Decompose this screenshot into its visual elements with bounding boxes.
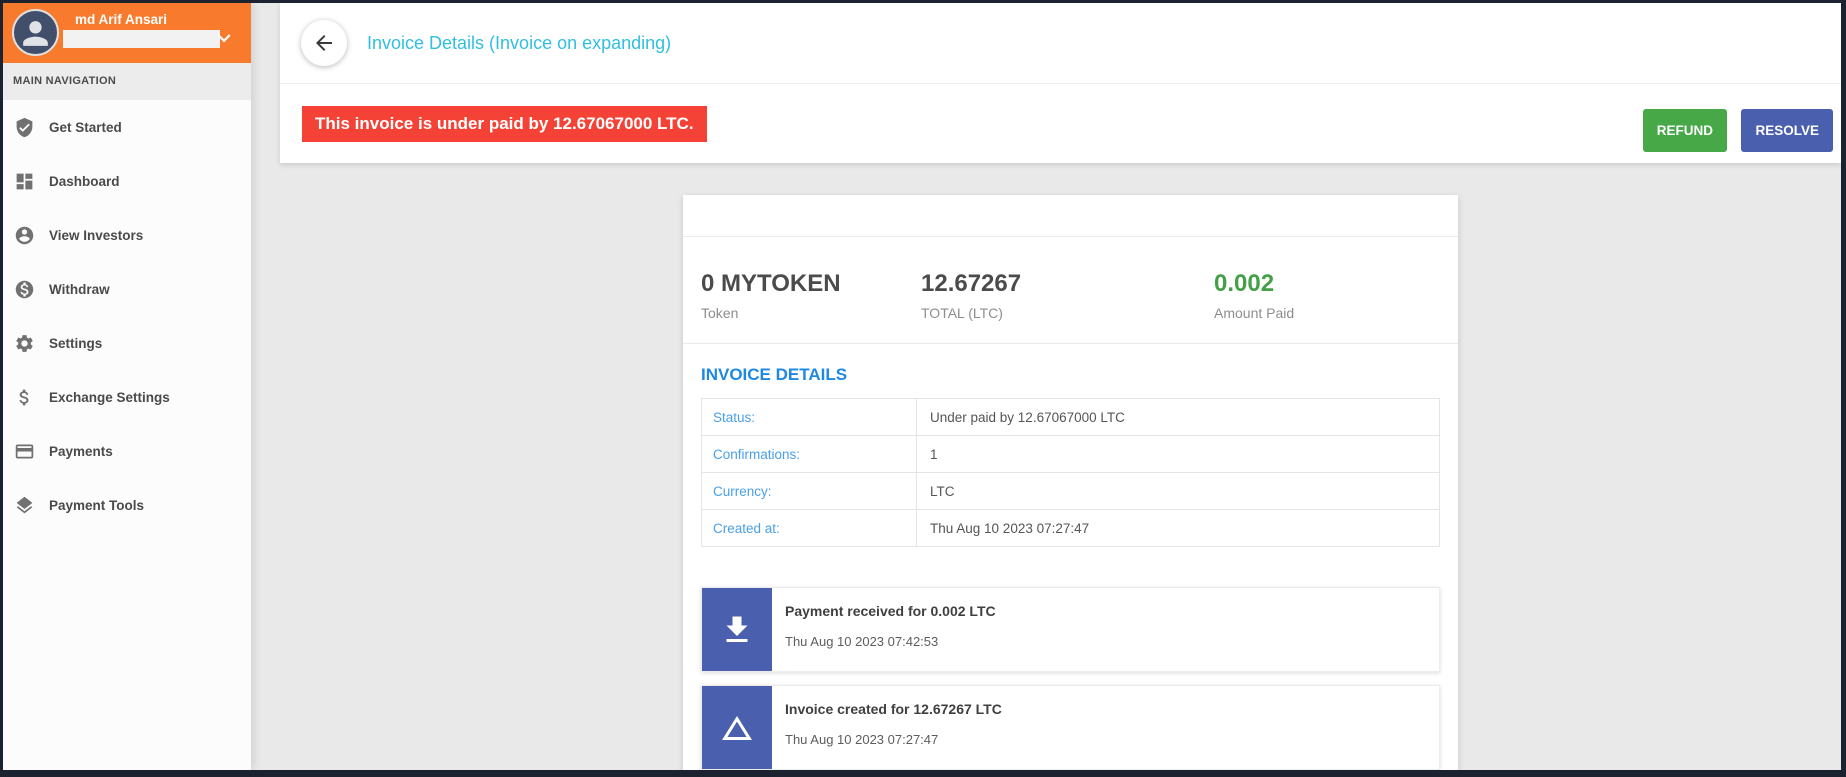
stat-total: 12.67267 TOTAL (LTC) (921, 270, 1214, 343)
detail-value: LTC (916, 472, 1440, 510)
detail-value: Under paid by 12.67067000 LTC (916, 398, 1440, 436)
stat-value: 12.67267 (921, 270, 1022, 297)
title-row: Invoice Details (Invoice on expanding) (280, 3, 1841, 84)
event-invoice-created: Invoice created for 12.67267 LTC Thu Aug… (701, 685, 1440, 770)
table-row: Currency: LTC (701, 472, 1440, 510)
detail-value: 1 (916, 435, 1440, 473)
event-timestamp: Thu Aug 10 2023 07:42:53 (785, 634, 939, 649)
event-body: Invoice created for 12.67267 LTC Thu Aug… (772, 686, 1002, 769)
table-row: Status: Under paid by 12.67067000 LTC (701, 398, 1440, 436)
sidebar-item-settings[interactable]: Settings (3, 316, 251, 370)
event-timestamp: Thu Aug 10 2023 07:27:47 (785, 732, 939, 747)
sidebar-item-exchange-settings[interactable]: Exchange Settings (3, 370, 251, 424)
gear-icon (16, 334, 33, 352)
sidebar-item-get-started[interactable]: Get Started (3, 100, 251, 154)
user-name: md Arif Ansari (75, 12, 168, 27)
table-row: Confirmations: 1 (701, 435, 1440, 473)
stat-label: Amount Paid (1214, 305, 1295, 321)
detail-label: Status: (701, 398, 917, 436)
event-title: Invoice created for 12.67267 LTC (785, 701, 1002, 717)
invoice-events: Payment received for 0.002 LTC Thu Aug 1… (683, 587, 1458, 770)
sidebar-item-label: Withdraw (49, 281, 110, 297)
stat-amount-paid: 0.002 Amount Paid (1214, 270, 1294, 343)
event-title: Payment received for 0.002 LTC (785, 603, 996, 619)
sidebar-item-view-investors[interactable]: View Investors (3, 208, 251, 262)
invoice-details-heading: INVOICE DETAILS (701, 365, 848, 384)
stat-label: Token (701, 305, 739, 321)
sidebar-item-dashboard[interactable]: Dashboard (3, 154, 251, 208)
invoice-details-table: Status: Under paid by 12.67067000 LTC Co… (701, 398, 1440, 547)
invoice-card-top (683, 195, 1458, 237)
stat-value: 0 MYTOKEN (701, 270, 841, 297)
resolve-button[interactable]: RESOLVE (1741, 109, 1833, 152)
user-dropdown-toggle[interactable] (211, 25, 237, 51)
chevron-down-icon (217, 34, 231, 43)
underpaid-alert: This invoice is under paid by 12.6706700… (302, 105, 707, 142)
back-button[interactable] (301, 20, 347, 66)
sidebar-item-label: View Investors (49, 227, 144, 243)
event-body: Payment received for 0.002 LTC Thu Aug 1… (772, 588, 996, 671)
user-panel: md Arif Ansari (3, 3, 251, 63)
shield-check-icon (16, 117, 33, 137)
page-header: Invoice Details (Invoice on expanding) T… (280, 3, 1841, 163)
action-buttons: REFUND RESOLVE (1642, 109, 1833, 152)
stat-label: TOTAL (LTC) (921, 305, 1003, 321)
stat-value: 0.002 (1214, 270, 1275, 297)
credit-card-icon (15, 444, 34, 458)
alert-row: This invoice is under paid by 12.6706700… (280, 84, 1841, 163)
person-icon (23, 21, 48, 46)
sidebar-item-label: Settings (49, 335, 103, 351)
sidebar-item-label: Get Started (49, 119, 122, 135)
person-circle-icon (15, 226, 34, 244)
invoice-card: 0 MYTOKEN Token 12.67267 TOTAL (LTC) 0.0… (683, 195, 1458, 770)
avatar (12, 9, 59, 56)
table-row: Created at: Thu Aug 10 2023 07:27:47 (701, 509, 1440, 547)
layers-icon (16, 496, 33, 513)
sidebar-section-label: MAIN NAVIGATION (3, 63, 251, 100)
sidebar-item-label: Exchange Settings (49, 389, 170, 405)
refund-button[interactable]: REFUND (1642, 109, 1728, 152)
stat-token: 0 MYTOKEN Token (701, 270, 921, 343)
event-payment-received: Payment received for 0.002 LTC Thu Aug 1… (701, 587, 1440, 672)
user-email-redacted (63, 30, 220, 48)
detail-label: Created at: (701, 509, 917, 547)
invoice-stats: 0 MYTOKEN Token 12.67267 TOTAL (LTC) 0.0… (683, 237, 1458, 344)
event-icon-box (702, 686, 772, 769)
sidebar-item-payments[interactable]: Payments (3, 424, 251, 478)
sidebar-item-label: Dashboard (49, 173, 120, 189)
dashboard-grid-icon (16, 173, 33, 189)
sidebar-item-label: Payment Tools (49, 497, 145, 513)
detail-label: Currency: (701, 472, 917, 510)
sidebar-item-payment-tools[interactable]: Payment Tools (3, 478, 251, 532)
sidebar-item-label: Payments (49, 443, 113, 459)
dollar-icon (19, 389, 29, 405)
detail-value: Thu Aug 10 2023 07:27:47 (916, 509, 1440, 547)
download-icon (726, 616, 748, 642)
money-circle-icon (15, 280, 34, 298)
event-icon-box (702, 588, 772, 671)
sidebar-item-withdraw[interactable]: Withdraw (3, 262, 251, 316)
page-title: Invoice Details (Invoice on expanding) (367, 32, 672, 53)
app-window: md Arif Ansari MAIN NAVIGATION Get Start… (0, 0, 1846, 777)
sidebar: md Arif Ansari MAIN NAVIGATION Get Start… (3, 3, 251, 770)
detail-label: Confirmations: (701, 435, 917, 473)
arrow-left-icon (316, 35, 332, 51)
triangle-icon (722, 715, 752, 740)
